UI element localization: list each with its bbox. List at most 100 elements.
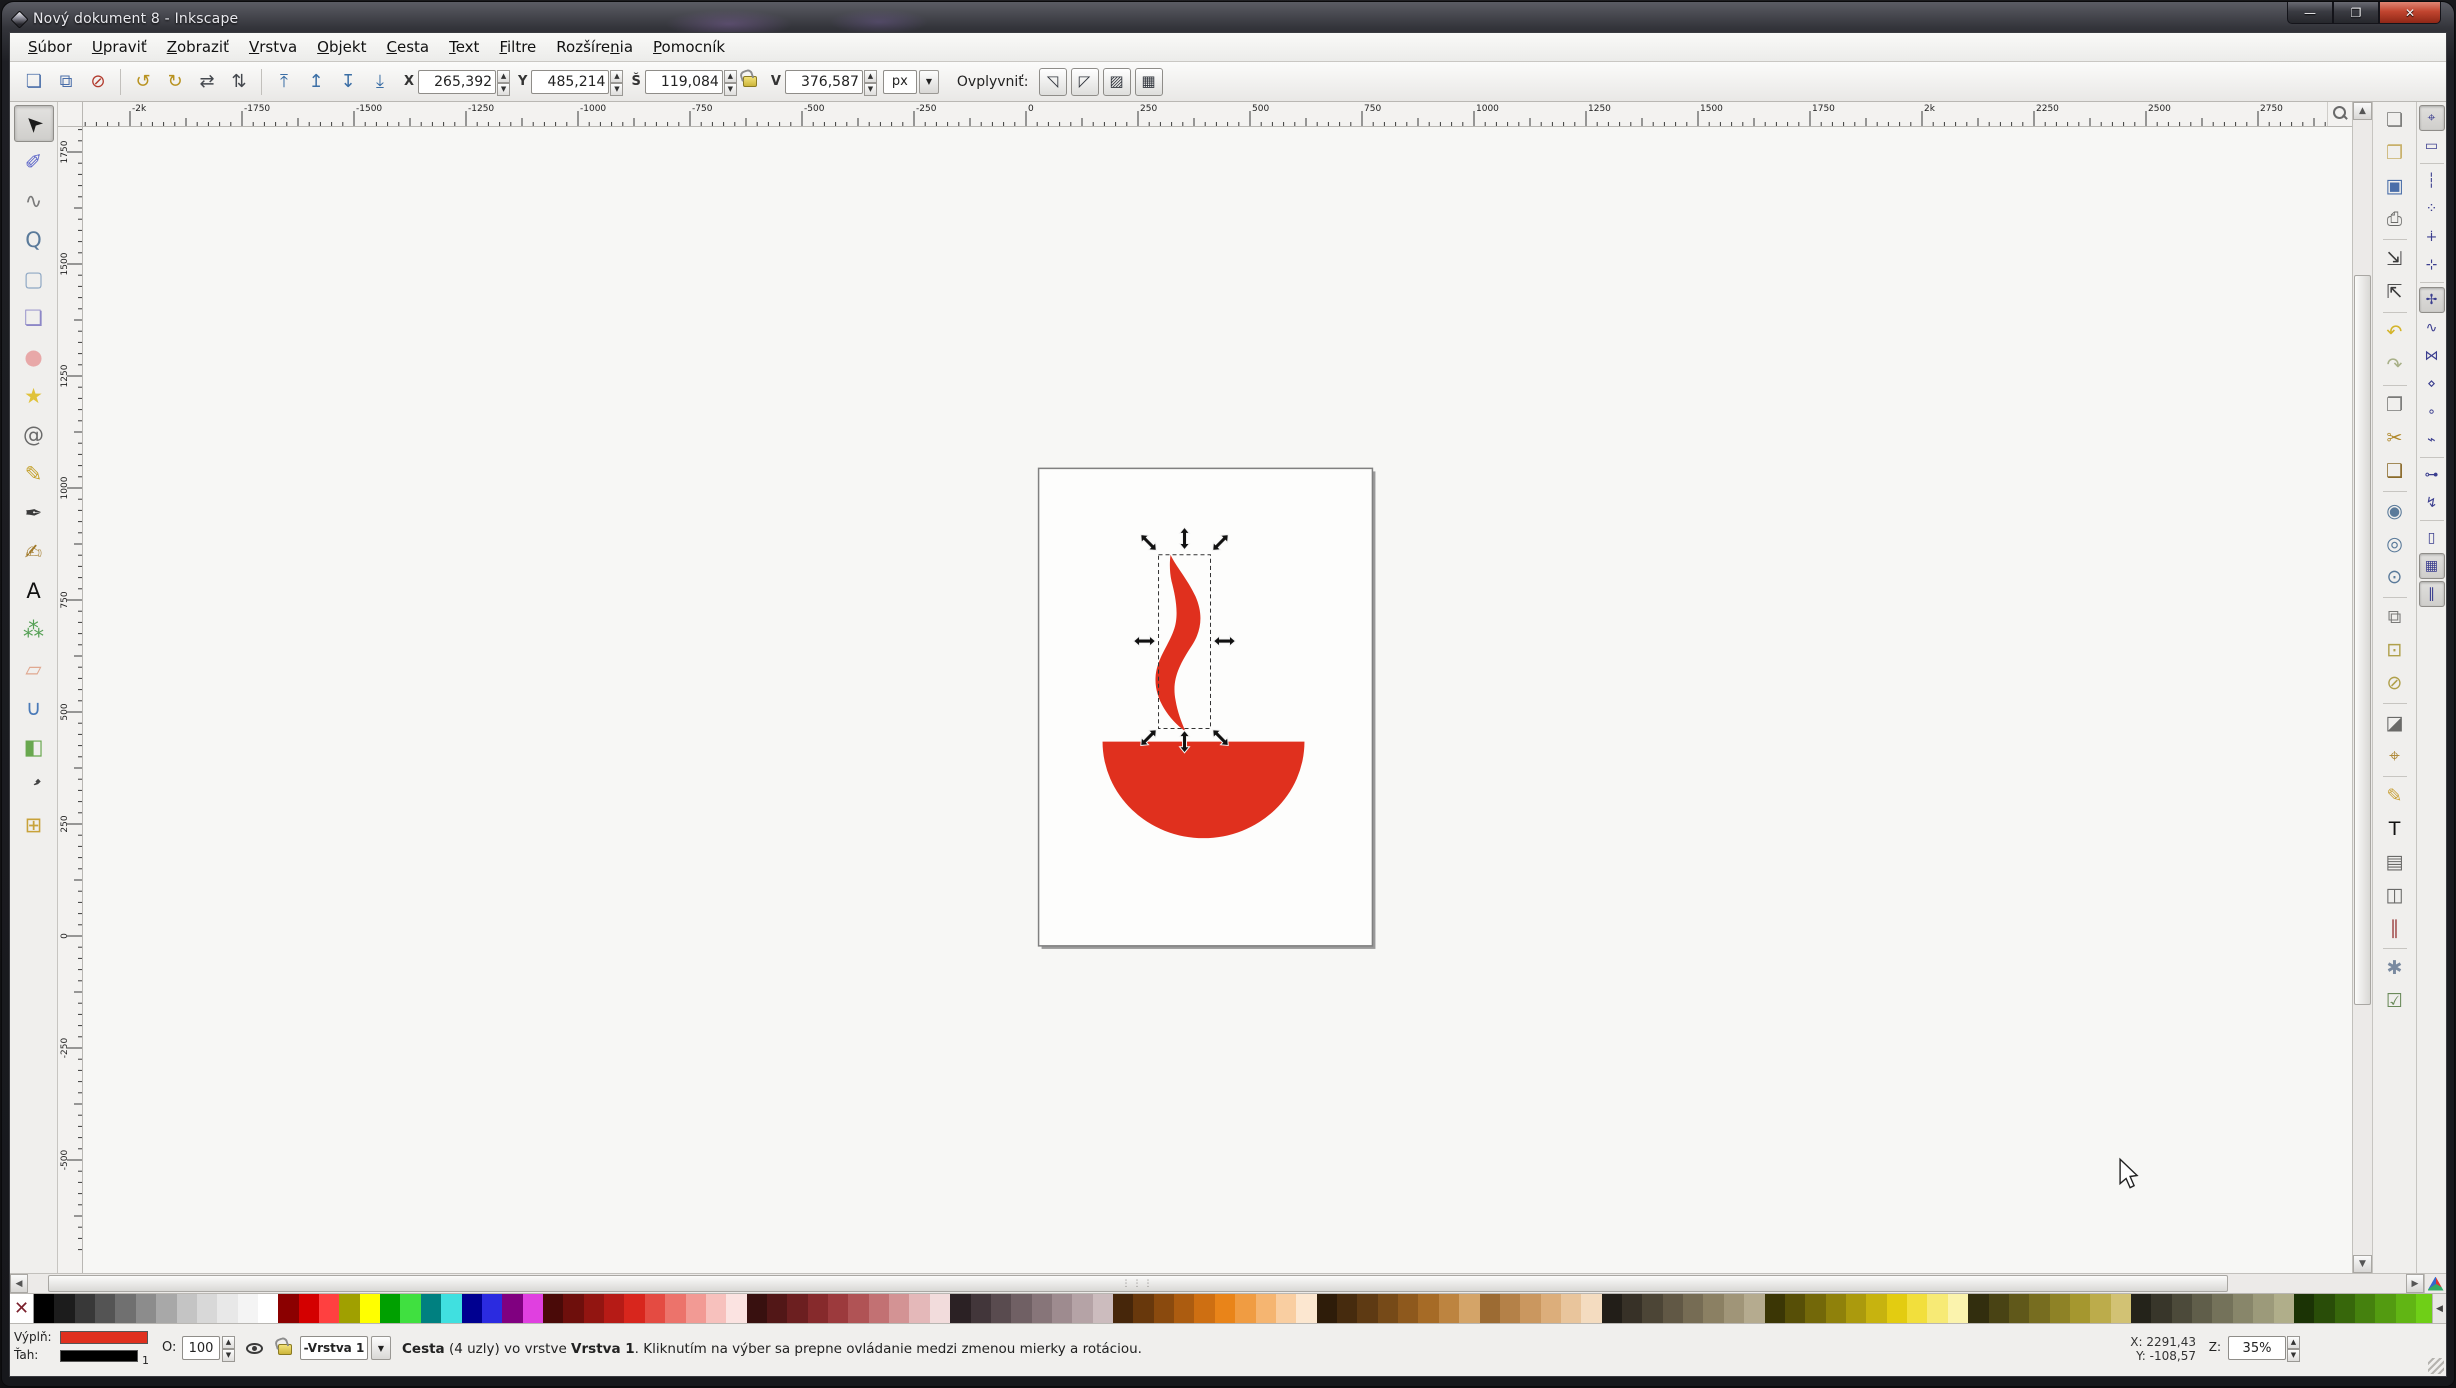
palette-swatch[interactable]: [686, 1294, 706, 1323]
palette-swatch[interactable]: [1235, 1294, 1255, 1323]
palette-swatch[interactable]: [889, 1294, 909, 1323]
palette-swatch[interactable]: [726, 1294, 746, 1323]
dropper-tool-button[interactable]: ❜: [14, 768, 54, 805]
palette-swatch[interactable]: [2233, 1294, 2253, 1323]
snap-path-intersections-button[interactable]: ⋈: [2419, 343, 2445, 369]
palette-swatch[interactable]: [808, 1294, 828, 1323]
palette-swatch[interactable]: [523, 1294, 543, 1323]
palette-swatch[interactable]: [1113, 1294, 1133, 1323]
redo-button[interactable]: ↷: [2377, 349, 2413, 382]
palette-swatch[interactable]: [1215, 1294, 1235, 1323]
palette-swatch[interactable]: [1398, 1294, 1418, 1323]
palette-swatch[interactable]: [258, 1294, 278, 1323]
lower-to-bottom-button[interactable]: ⤓: [365, 67, 395, 97]
palette-none-swatch[interactable]: ✕: [10, 1294, 34, 1323]
palette-swatch[interactable]: [238, 1294, 258, 1323]
palette-swatch[interactable]: [1174, 1294, 1194, 1323]
palette-swatch[interactable]: [1805, 1294, 1825, 1323]
affect-move-patterns-button[interactable]: ▦: [1135, 68, 1163, 96]
palette-swatch[interactable]: [380, 1294, 400, 1323]
spiral-tool-button[interactable]: @: [14, 417, 54, 454]
flip-horizontal-button[interactable]: ⇄: [192, 67, 222, 97]
rotate-cw-button[interactable]: ↻: [160, 67, 190, 97]
selector-tool-button[interactable]: ➤: [14, 105, 54, 142]
palette-swatch[interactable]: [1459, 1294, 1479, 1323]
palette-swatch[interactable]: [2131, 1294, 2151, 1323]
calligraphy-tool-button[interactable]: ✍: [14, 534, 54, 571]
palette-swatch[interactable]: [75, 1294, 95, 1323]
pen-tool-button[interactable]: ✒: [14, 495, 54, 532]
palette-swatch[interactable]: [1989, 1294, 2009, 1323]
snap-bounding-box-button[interactable]: ▭: [2419, 133, 2445, 159]
palette-swatch[interactable]: [1418, 1294, 1438, 1323]
palette-swatch[interactable]: [2192, 1294, 2212, 1323]
palette-swatch[interactable]: [2009, 1294, 2029, 1323]
snap-nodes-button[interactable]: ✢: [2419, 287, 2445, 313]
gradient-tool-button[interactable]: ◧: [14, 729, 54, 766]
palette-swatch[interactable]: [1683, 1294, 1703, 1323]
palette-swatch[interactable]: [869, 1294, 889, 1323]
palette-swatch[interactable]: [339, 1294, 359, 1323]
palette-swatch[interactable]: [400, 1294, 420, 1323]
snap-cusp-nodes-button[interactable]: ⋄: [2419, 371, 2445, 397]
close-button[interactable]: ✕: [2379, 2, 2441, 24]
opacity-spinner[interactable]: ▲▼: [222, 1336, 235, 1360]
palette-swatch[interactable]: [482, 1294, 502, 1323]
palette-swatch[interactable]: [1480, 1294, 1500, 1323]
snap-page-border-button[interactable]: ▯: [2419, 525, 2445, 551]
edit-clones-dialog-button[interactable]: ⌖: [2377, 740, 2413, 773]
palette-swatch[interactable]: [2274, 1294, 2294, 1323]
hscroll-thumb[interactable]: ⋮⋮⋮: [48, 1275, 2228, 1292]
palette-swatch[interactable]: [950, 1294, 970, 1323]
lower-button[interactable]: ↧: [333, 67, 363, 97]
palette-swatch[interactable]: [991, 1294, 1011, 1323]
palette-swatch[interactable]: [1296, 1294, 1316, 1323]
y-spinner[interactable]: ▲▼: [610, 70, 623, 94]
palette-swatch[interactable]: [278, 1294, 298, 1323]
palette-swatch[interactable]: [645, 1294, 665, 1323]
palette-swatch[interactable]: [1765, 1294, 1785, 1323]
width-field[interactable]: 119,084: [645, 70, 723, 94]
height-spinner[interactable]: ▲▼: [864, 70, 877, 94]
palette-swatch[interactable]: [2172, 1294, 2192, 1323]
layer-lock-icon[interactable]: [278, 1344, 292, 1355]
menu-upravi[interactable]: Upraviť: [82, 35, 157, 59]
save-document-button[interactable]: ▣: [2377, 170, 2413, 203]
x-field[interactable]: 265,392: [418, 70, 496, 94]
palette-swatch[interactable]: [1602, 1294, 1622, 1323]
unlink-clone-button[interactable]: ⊘: [2377, 667, 2413, 700]
palette-swatch[interactable]: [767, 1294, 787, 1323]
preferences-button[interactable]: ✱: [2377, 952, 2413, 985]
select-all-layers-button[interactable]: ⧉: [51, 67, 81, 97]
palette-swatch[interactable]: [34, 1294, 54, 1323]
pencil-tool-button[interactable]: ✎: [14, 456, 54, 493]
document-page[interactable]: [1039, 468, 1373, 946]
fill-stroke-pen-dialog-button[interactable]: ✎: [2377, 780, 2413, 813]
snap-smooth-nodes-button[interactable]: ∘: [2419, 399, 2445, 425]
palette-swatch[interactable]: [299, 1294, 319, 1323]
palette-swatch[interactable]: [1724, 1294, 1744, 1323]
undo-button[interactable]: ↶: [2377, 316, 2413, 349]
palette-swatch[interactable]: [930, 1294, 950, 1323]
units-dropdown-button[interactable]: ▼: [919, 70, 939, 94]
palette-swatch[interactable]: [2111, 1294, 2131, 1323]
snap-rotation-centers-button[interactable]: ↯: [2419, 490, 2445, 516]
open-document-button[interactable]: ❒: [2377, 137, 2413, 170]
duplicate-button[interactable]: ⧉: [2377, 601, 2413, 634]
scroll-right-button[interactable]: ▶: [2406, 1274, 2424, 1293]
menu-cesta[interactable]: Cesta: [376, 35, 439, 59]
menu-pomocnk[interactable]: Pomocník: [643, 35, 735, 59]
select-all-button[interactable]: ❏: [19, 67, 49, 97]
rectangle-tool-button[interactable]: ▢: [14, 261, 54, 298]
palette-swatch[interactable]: [217, 1294, 237, 1323]
raise-button[interactable]: ↥: [301, 67, 331, 97]
scroll-up-button[interactable]: ▲: [2353, 102, 2372, 120]
palette-swatch[interactable]: [1907, 1294, 1927, 1323]
palette-swatch[interactable]: [624, 1294, 644, 1323]
palette-swatch[interactable]: [1439, 1294, 1459, 1323]
palette-swatch[interactable]: [1581, 1294, 1601, 1323]
palette-swatch[interactable]: [543, 1294, 563, 1323]
palette-swatch[interactable]: [1093, 1294, 1113, 1323]
scroll-down-button[interactable]: ▼: [2353, 1255, 2372, 1273]
window-resize-grip[interactable]: [2428, 1358, 2444, 1374]
